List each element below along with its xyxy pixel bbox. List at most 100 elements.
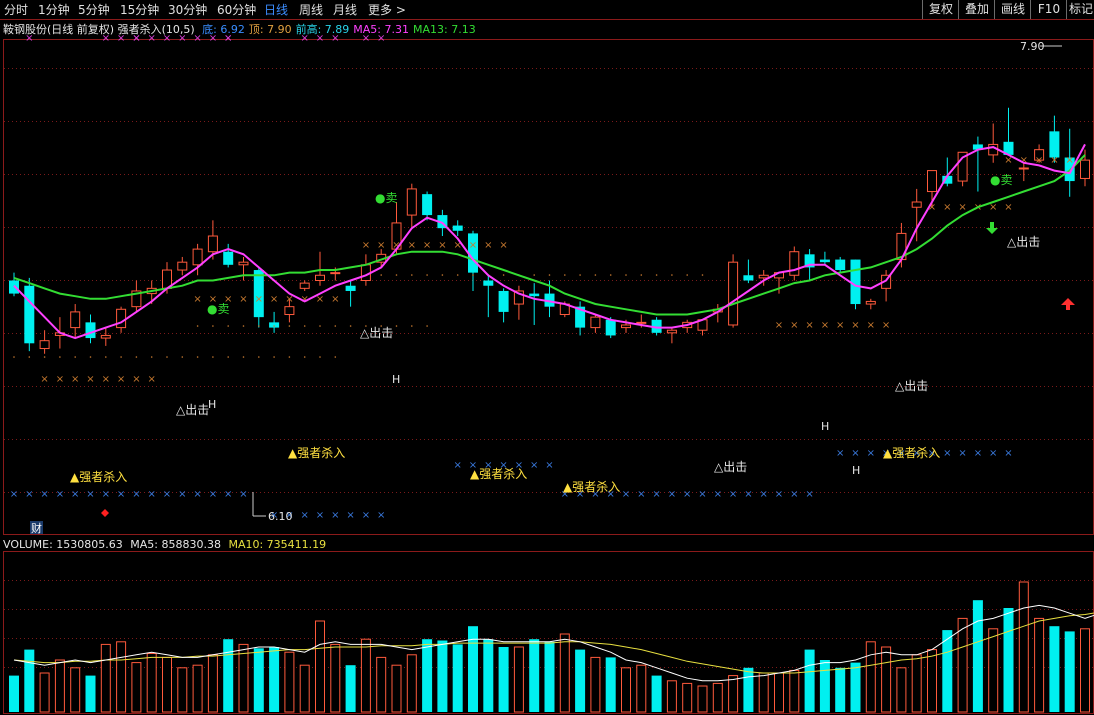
volume-bar-up	[70, 667, 81, 713]
dot-mark	[334, 325, 337, 327]
dot-mark	[303, 325, 306, 327]
resistance-x-mark: ×	[469, 240, 477, 251]
candle-up	[988, 143, 999, 156]
resistance-x-mark: ×	[943, 202, 951, 213]
dot-mark	[273, 356, 275, 358]
resistance-x-mark: ×	[974, 202, 982, 213]
candle-up	[728, 261, 739, 326]
resistance-x-mark: ×	[928, 202, 936, 213]
toolbar-button-0[interactable]: 复权	[922, 0, 959, 19]
volume-bar-up	[758, 672, 769, 713]
period-tab-0[interactable]: 分时	[4, 0, 28, 20]
period-tab-2[interactable]: 5分钟	[78, 0, 110, 20]
resistance-x-mark: ×	[132, 374, 140, 385]
volume-info-line: VOLUME: 1530805.63 MA5: 858830.38 MA10: …	[3, 538, 326, 552]
dot-mark	[411, 274, 413, 276]
candle-up	[100, 334, 111, 339]
candle-up	[758, 274, 769, 279]
toolbar-button-4[interactable]: 标记	[1066, 0, 1094, 19]
volume-bar-up	[131, 662, 142, 713]
resistance-x-mark: ×	[805, 320, 813, 331]
support-x-mark: ×	[851, 448, 859, 459]
volume-bar-down	[942, 630, 953, 712]
candle-down	[942, 175, 953, 184]
candle-up	[513, 290, 524, 305]
resistance-x-mark: ×	[239, 294, 247, 305]
candle-up	[284, 306, 295, 316]
resistance-x-mark: ×	[438, 240, 446, 251]
period-toolbar: 分时 1分钟 5分钟 15分钟 30分钟 60分钟 日线 周线 月线 更多 > 复权 叠加 画线 F10 标…	[0, 0, 1094, 20]
volume-bar-down	[819, 660, 830, 712]
support-x-mark: ×	[362, 510, 370, 521]
period-tab-4[interactable]: 30分钟	[168, 0, 207, 20]
support-x-mark: ×	[928, 448, 936, 459]
dot-mark	[456, 274, 459, 276]
resistance-x-mark: ×	[301, 294, 309, 305]
volume-bar-up	[315, 620, 325, 713]
dot-mark	[288, 325, 291, 327]
dot-mark	[701, 274, 704, 276]
dot-mark	[181, 356, 184, 358]
period-tab-5[interactable]: 60分钟	[217, 0, 256, 20]
resistance-x-mark: ×	[148, 374, 156, 385]
candle-down	[452, 225, 463, 231]
period-tab-7[interactable]: 周线	[299, 0, 323, 20]
indicator-value-0: 底: 6.92	[202, 23, 245, 36]
period-tab-8[interactable]: 月线	[333, 0, 357, 20]
dot-mark	[426, 274, 428, 276]
volume-bar-up	[1018, 581, 1029, 713]
support-x-mark: ×	[652, 489, 660, 500]
volume-bar-down	[345, 665, 356, 712]
candle-up	[131, 290, 142, 308]
vol-ma10-value: MA10: 735411.19	[228, 538, 327, 551]
dot-mark	[227, 356, 229, 358]
indicator-value-4: MA13: 7.13	[413, 23, 476, 36]
period-tab-3[interactable]: 15分钟	[120, 0, 159, 20]
candle-down	[819, 259, 830, 263]
toolbar-button-2[interactable]: 画线	[994, 0, 1031, 19]
support-x-mark: ×	[668, 489, 676, 500]
volume-bar-up	[865, 641, 876, 713]
volume-bar-up	[712, 682, 723, 713]
dot-mark	[395, 325, 398, 327]
resistance-x-mark: ×	[1004, 155, 1012, 166]
support-x-mark: ×	[10, 489, 18, 500]
kline-chart[interactable]: × × × × × × × × × × × × × × × × × × × × × × × × × × × × × × × × × × × × × × × ×…	[0, 0, 1094, 715]
volume-bar-up	[590, 656, 601, 713]
candle-down	[575, 306, 586, 328]
support-x-mark: ×	[377, 510, 385, 521]
resistance-x-mark: ×	[193, 294, 201, 305]
candle-down	[743, 275, 754, 281]
support-x-mark: ×	[469, 460, 477, 471]
volume-bar-up	[39, 672, 50, 713]
support-x-mark: ×	[224, 489, 232, 500]
volume-bar-up	[207, 654, 218, 713]
resistance-x-mark: ×	[71, 374, 79, 385]
sell-signal-label: ●卖	[990, 173, 1012, 187]
period-tab-6[interactable]: 日线	[264, 0, 288, 20]
candle-down	[253, 270, 264, 318]
candle-up	[896, 232, 907, 261]
volume-bar-up	[666, 680, 677, 713]
period-tab-1[interactable]: 1分钟	[38, 0, 70, 20]
period-tab-9[interactable]: 更多 >	[368, 0, 406, 20]
toolbar-button-3[interactable]: F10	[1030, 0, 1067, 19]
candle-down	[605, 319, 616, 336]
volume-bar-down	[835, 667, 846, 712]
h-marker-label: H	[392, 373, 400, 386]
dot-mark	[59, 356, 61, 358]
volume-bar-up	[406, 654, 417, 713]
dot-mark	[303, 356, 306, 358]
support-x-mark: ×	[576, 489, 584, 500]
resistance-x-mark: ×	[117, 374, 125, 385]
volume-bar-up	[146, 653, 157, 713]
support-x-mark: ×	[484, 460, 492, 471]
dot-mark	[548, 274, 551, 276]
resistance-x-mark: ×	[1050, 155, 1058, 166]
support-x-mark: ×	[729, 489, 737, 500]
resistance-x-mark: ×	[851, 320, 859, 331]
volume-bar-up	[697, 685, 708, 713]
toolbar-button-1[interactable]: 叠加	[958, 0, 995, 19]
candle-down	[24, 285, 35, 344]
indicator-label[interactable]: 强者杀入(10,5)	[118, 23, 195, 36]
